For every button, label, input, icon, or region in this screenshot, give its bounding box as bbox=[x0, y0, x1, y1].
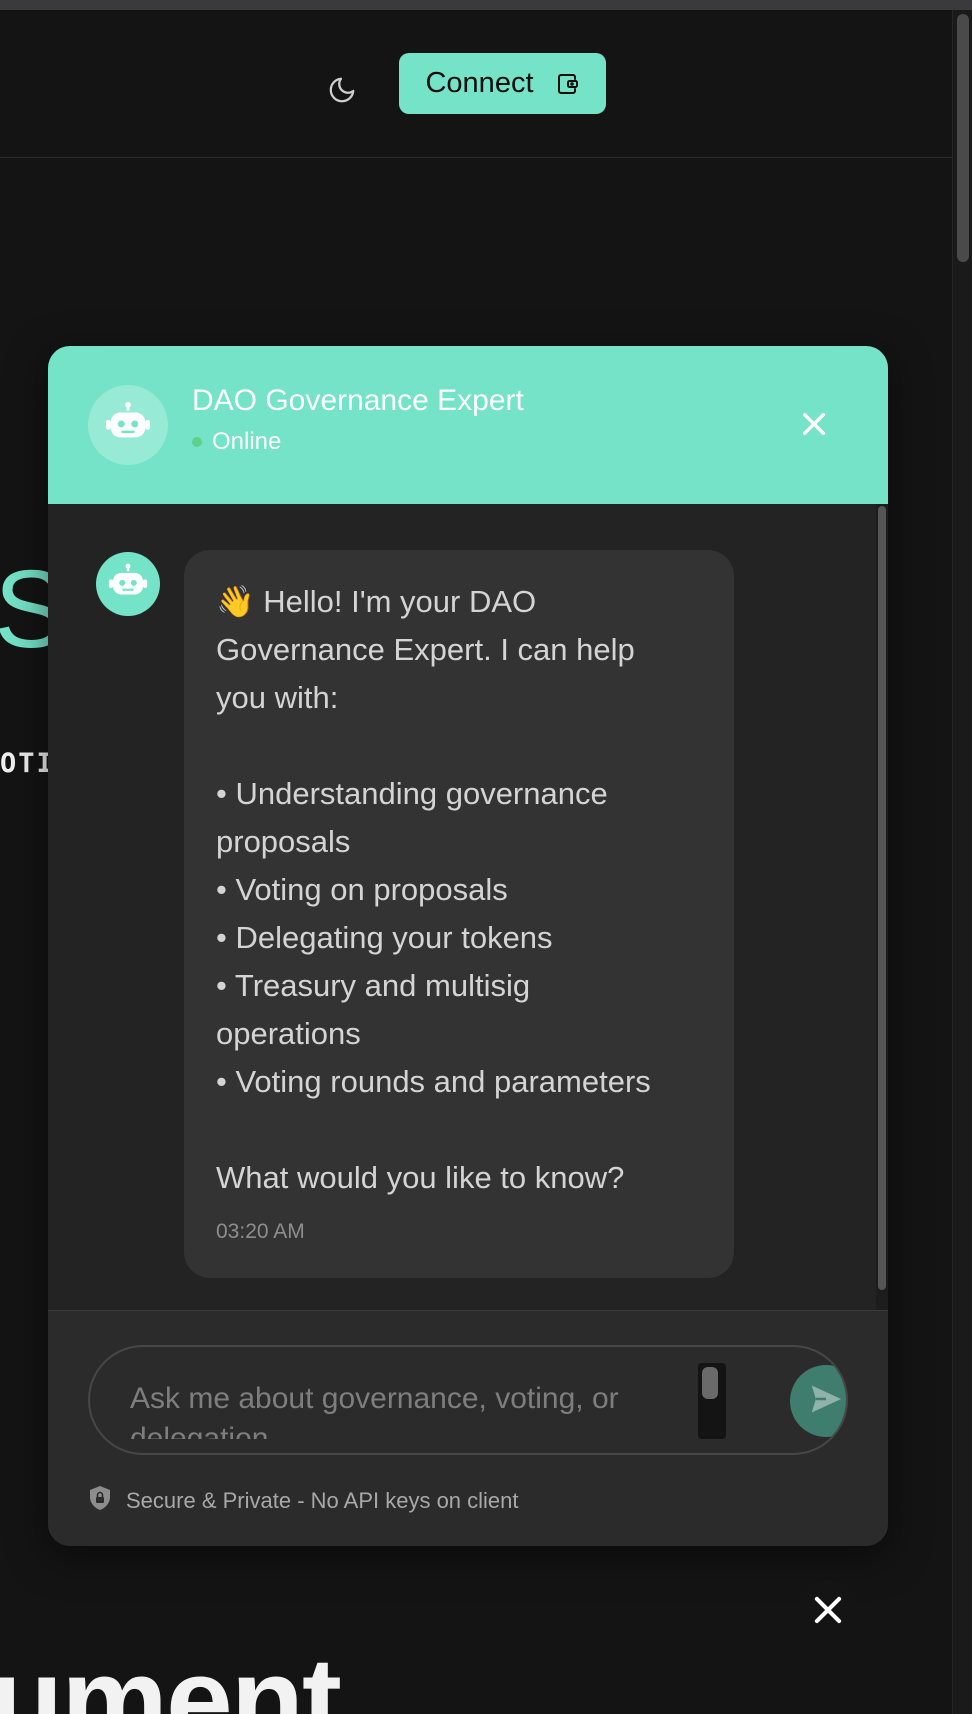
message-line: • Treasury and multisig bbox=[216, 968, 531, 1003]
status-text: Online bbox=[212, 428, 282, 455]
send-button[interactable] bbox=[790, 1365, 846, 1437]
chat-title: DAO Governance Expert bbox=[192, 384, 524, 417]
chat-panel: DAO Governance Expert Online 👋 Hello! I'… bbox=[48, 346, 888, 1546]
bot-avatar bbox=[88, 385, 168, 465]
security-note-text: Secure & Private - No API keys on client bbox=[126, 1487, 519, 1513]
chat-toggle-close-button[interactable] bbox=[796, 1580, 860, 1644]
chat-input-area: Ask me about governance, voting, or dele… bbox=[48, 1310, 888, 1546]
message-line: 👋 Hello! I'm your DAO bbox=[216, 584, 537, 619]
message-line: • Understanding governance bbox=[216, 776, 608, 811]
message-line: you with: bbox=[216, 680, 339, 715]
chat-header: DAO Governance Expert Online bbox=[48, 346, 888, 504]
close-icon bbox=[798, 408, 830, 445]
security-note: Secure & Private - No API keys on client bbox=[88, 1485, 519, 1516]
browser-top-strip bbox=[0, 0, 972, 10]
messages-scrollbar-thumb[interactable] bbox=[878, 506, 886, 1290]
top-header: Connect bbox=[0, 10, 952, 158]
message-line: • Delegating your tokens bbox=[216, 920, 553, 955]
robot-icon bbox=[108, 562, 148, 607]
close-chat-button[interactable] bbox=[786, 398, 842, 454]
shield-lock-icon bbox=[88, 1485, 112, 1516]
message-list[interactable]: 👋 Hello! I'm your DAO Governance Expert.… bbox=[48, 504, 888, 1310]
bot-message-bubble: 👋 Hello! I'm your DAO Governance Expert.… bbox=[184, 550, 734, 1278]
background-bottom-fragment: ument bbox=[0, 1633, 342, 1714]
message-line: operations bbox=[216, 1016, 361, 1051]
robot-icon bbox=[105, 400, 151, 451]
page-scrollbar[interactable] bbox=[952, 10, 972, 1714]
connect-label: Connect bbox=[425, 67, 534, 99]
close-icon bbox=[809, 1591, 847, 1634]
moon-icon bbox=[327, 75, 357, 110]
page: S OTI ument Connect DAO Governance Exper… bbox=[0, 0, 972, 1714]
theme-toggle-button[interactable] bbox=[322, 62, 362, 122]
online-dot bbox=[192, 437, 202, 447]
message-line: • Voting on proposals bbox=[216, 872, 508, 907]
background-mono-fragment: OTI bbox=[0, 748, 55, 779]
message-line: Governance Expert. I can help bbox=[216, 632, 635, 667]
status-indicator: Online bbox=[192, 428, 281, 456]
connect-wallet-button[interactable]: Connect bbox=[399, 53, 606, 114]
wallet-icon bbox=[556, 72, 580, 96]
message-line: proposals bbox=[216, 824, 351, 859]
message-input-placeholder[interactable]: Ask me about governance, voting, or dele… bbox=[130, 1379, 670, 1439]
message-line: • Voting rounds and parameters bbox=[216, 1064, 651, 1099]
page-scrollbar-thumb[interactable] bbox=[957, 14, 969, 262]
message-bot-avatar bbox=[96, 552, 160, 616]
message-timestamp: 03:20 AM bbox=[216, 1220, 305, 1243]
send-icon bbox=[807, 1380, 845, 1423]
message-input[interactable]: Ask me about governance, voting, or dele… bbox=[88, 1345, 848, 1455]
input-scrollbar-thumb[interactable] bbox=[702, 1367, 718, 1399]
message-line: What would you like to know? bbox=[216, 1160, 625, 1195]
